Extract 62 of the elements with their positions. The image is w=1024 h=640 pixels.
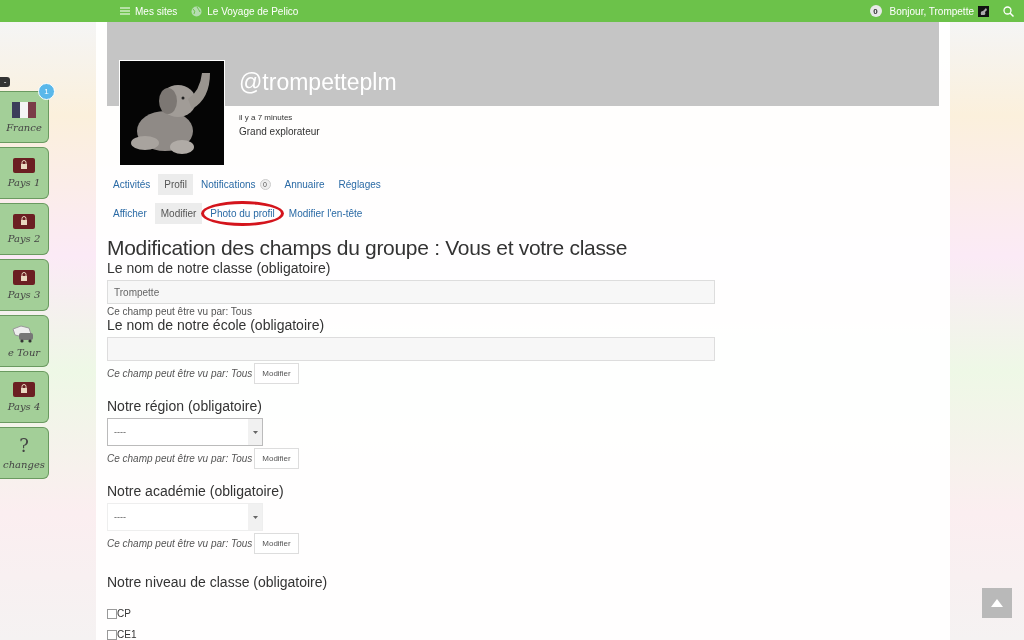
checkbox-option[interactable]: CP — [107, 608, 137, 619]
tile-label: Pays 1 — [7, 177, 41, 188]
flag-icon — [12, 101, 36, 118]
sidebar-tile[interactable]: e Tour — [0, 315, 49, 367]
padlock-icon — [13, 158, 35, 173]
visibility-text: Ce champ peut être vu par: Tous — [107, 306, 252, 317]
member-rank: Grand explorateur — [239, 126, 321, 138]
modify-button[interactable]: Modifier — [254, 533, 299, 554]
globe-icon — [191, 5, 203, 17]
profile-tab[interactable]: Activités — [107, 174, 157, 195]
profile-tab[interactable]: Annuaire — [278, 174, 331, 195]
text-field[interactable] — [107, 337, 715, 361]
tile-label: Pays 4 — [7, 401, 41, 412]
sidebar-tile[interactable]: Pays 3 — [0, 259, 49, 311]
modify-button[interactable]: Modifier — [254, 363, 299, 384]
field-label: Notre région (obligatoire) — [107, 398, 262, 414]
subnav-tab[interactable]: Afficher — [107, 203, 153, 224]
sidebar-tile[interactable]: Pays 2 — [0, 203, 49, 255]
tile-label: France — [6, 121, 42, 133]
sidebar-tile[interactable]: Pays 4 — [0, 371, 49, 423]
username-heading: @trompetteplm — [239, 69, 397, 97]
select-field[interactable]: ---- — [107, 418, 263, 446]
subnav-tab[interactable]: Photo du profil — [201, 201, 284, 226]
select-field[interactable]: ---- — [107, 503, 263, 531]
avatar-icon — [978, 5, 989, 17]
profile-tab[interactable]: Profil — [158, 174, 194, 195]
tile-label: changes — [3, 458, 45, 470]
up-arrow-icon — [991, 599, 1003, 607]
sidebar-tile[interactable]: Pays 1 — [0, 147, 49, 199]
search-icon[interactable] — [1003, 5, 1014, 17]
sidebar-tile[interactable]: ? changes — [0, 427, 49, 479]
count-badge: 1 — [38, 83, 55, 100]
visibility-text: Ce champ peut être vu par: Tous — [107, 538, 253, 549]
menu-icon — [120, 7, 130, 15]
padlock-icon — [13, 270, 35, 285]
field-label: Le nom de notre classe (obligatoire) — [107, 260, 331, 276]
caret-icon — [252, 430, 258, 434]
text-field[interactable]: Trompette — [107, 280, 715, 304]
tile-label: Pays 3 — [7, 289, 41, 300]
tile-label: e Tour — [7, 346, 41, 358]
profile-tab[interactable]: Réglages — [332, 174, 387, 195]
collapse-button[interactable]: - — [0, 77, 10, 87]
padlock-icon — [13, 214, 35, 229]
tile-label: Pays 2 — [7, 233, 41, 244]
subnav-tab[interactable]: Modifier l'en-tête — [282, 203, 369, 224]
visibility-text: Ce champ peut être vu par: Tous — [107, 453, 253, 464]
visibility-text: Ce champ peut être vu par: Tous — [107, 368, 253, 379]
question-mark-icon: ? — [19, 436, 29, 455]
field-label: Notre académie (obligatoire) — [107, 483, 284, 499]
padlock-icon — [13, 382, 35, 397]
checkbox-option[interactable]: CE1 — [107, 629, 137, 640]
modify-button[interactable]: Modifier — [254, 448, 299, 469]
subnav-tab[interactable]: Modifier — [154, 203, 203, 224]
scroll-top-button[interactable] — [982, 588, 1012, 618]
last-active-text: il y a 7 minutes — [239, 113, 294, 123]
checkbox[interactable] — [107, 608, 117, 619]
field-label: Le nom de notre école (obligatoire) — [107, 317, 325, 333]
checkbox[interactable] — [107, 629, 117, 640]
caret-icon — [252, 515, 258, 519]
field-label: Notre niveau de classe (obligatoire) — [107, 574, 328, 590]
form-heading: Modification des champs du groupe : Vous et votre classe — [107, 236, 629, 260]
notification-count[interactable]: 0 — [869, 5, 882, 17]
